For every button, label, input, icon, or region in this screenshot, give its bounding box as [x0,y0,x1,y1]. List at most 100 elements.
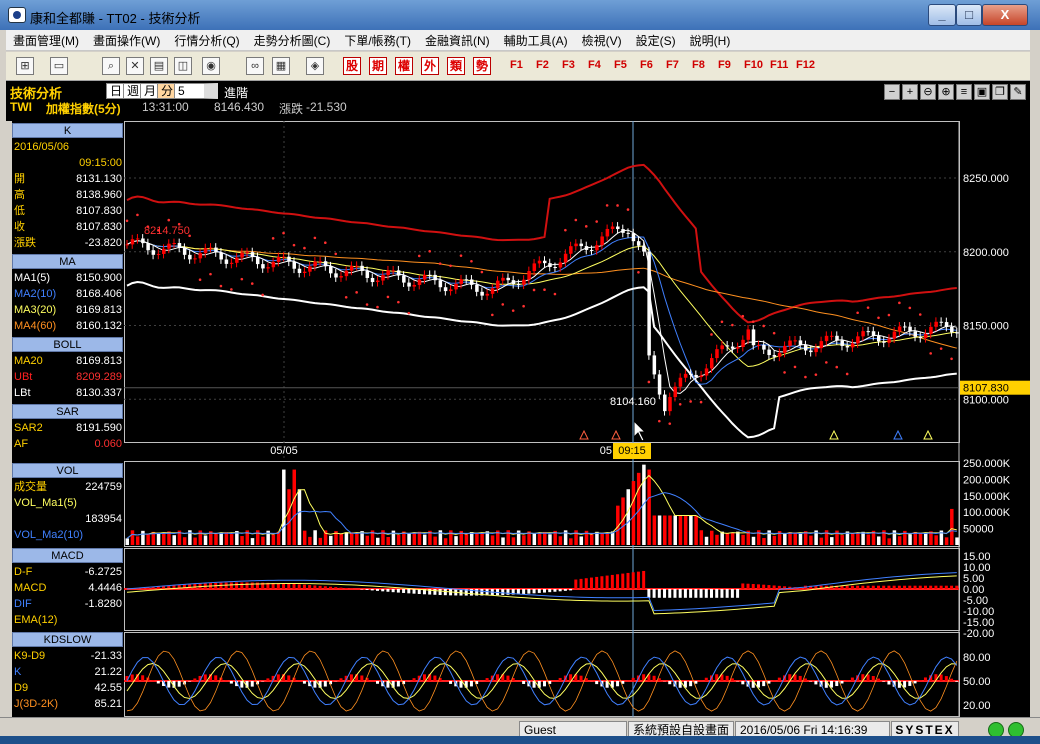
macd-bar [339,587,343,589]
macd-bar [767,585,771,589]
menu-item-0[interactable]: 畫面管理(M) [6,30,86,49]
minimize-button[interactable]: _ [928,4,956,26]
layout-icon[interactable]: ▤ [150,57,168,75]
fkey-f2[interactable]: F2 [536,59,549,71]
vol-ma5-line [126,474,957,539]
link-icon[interactable]: ∞ [246,57,264,75]
fkey-f1[interactable]: F1 [510,59,523,71]
taskbar [0,736,1040,744]
candle-body [631,233,636,242]
macd-bar [929,585,933,589]
fkey-f5[interactable]: F5 [614,59,627,71]
menu-item-9[interactable]: 說明(H) [683,30,738,49]
settings-icon[interactable]: ≡ [956,84,972,100]
zoom-out-icon[interactable]: − [884,84,900,100]
kd-header: KDSLOW [12,632,123,647]
macd-bar [381,589,385,592]
close-icon[interactable]: ✕ [126,57,144,75]
magnify-plus-icon[interactable]: ⊕ [938,84,954,100]
candle-body [584,246,589,250]
kd-bar [939,674,943,681]
candle-body [897,326,902,332]
menu-item-4[interactable]: 下單/帳務(T) [337,30,418,49]
compass-icon[interactable]: ◉ [202,57,220,75]
magnify-minus-icon[interactable]: ⊖ [920,84,936,100]
macd-bar [193,583,197,589]
volume-bar [631,481,636,545]
window-icon[interactable]: ❐ [992,84,1008,100]
fkey-f10[interactable]: F10 [744,59,763,71]
candle-body [652,355,657,375]
volume-bar [830,537,834,545]
chart-icon[interactable]: ▦ [272,57,290,75]
export-icon[interactable]: ✎ [1010,84,1026,100]
kd-tick-0: 80.00 [963,652,991,664]
menu-item-2[interactable]: 行情分析(Q) [167,30,246,49]
menu-item-8[interactable]: 設定(S) [629,30,683,49]
ohlc-row-3: 收 8107.830 [14,221,122,233]
zoom-in-icon[interactable]: + [902,84,918,100]
candle-body [443,287,448,292]
volume-bar [344,532,349,545]
kd-bar [767,681,771,684]
candle-body [814,348,818,353]
menu-item-3[interactable]: 走勢分析圖(C) [247,30,338,49]
fkey-f6[interactable]: F6 [640,59,653,71]
quick-button-0[interactable]: 股 [343,57,361,75]
volume-bar [861,531,865,545]
maximize-button[interactable]: □ [956,4,982,26]
quick-button-4[interactable]: 類 [447,57,465,75]
menu-item-7[interactable]: 檢視(V) [575,30,629,49]
advanced-button[interactable]: 進階 [224,84,248,101]
split-icon[interactable]: ◫ [174,57,192,75]
fkey-f9[interactable]: F9 [718,59,731,71]
volume-bar [537,532,542,545]
menu-item-1[interactable]: 畫面操作(W) [86,30,167,49]
logo-icon[interactable]: ◈ [306,57,324,75]
grid-icon[interactable]: ⊞ [16,57,34,75]
macd-bar [736,589,740,598]
candle-body [777,352,782,357]
kd-bar [323,681,327,687]
macd-row-1: MACD 4.4446 [14,582,122,594]
volume-bar [569,538,573,545]
kd-bar [188,681,192,682]
candle-body [360,265,364,271]
volume-bar [934,535,938,545]
fkey-f12[interactable]: F12 [796,59,815,71]
window-icon[interactable]: ▭ [50,57,68,75]
volume-bar [511,537,516,545]
sar-dot [793,365,797,369]
mouse-cursor-icon [633,419,647,442]
save-icon[interactable]: ▣ [974,84,990,100]
quote-price: 8146.430 [214,100,265,114]
kd-bar [386,681,390,688]
candle-body [793,340,797,342]
quick-button-2[interactable]: 權 [395,57,413,75]
quick-button-5[interactable]: 勢 [473,57,491,75]
menu-item-6[interactable]: 輔助工具(A) [497,30,575,49]
fkey-f8[interactable]: F8 [692,59,705,71]
menu-item-5[interactable]: 金融資訊(N) [418,30,497,49]
fkey-f7[interactable]: F7 [666,59,679,71]
chart-area[interactable]: 8250.000 8200.000 8150.000 8100.000 05/05 05 0… [124,121,1030,717]
fkey-f4[interactable]: F4 [588,59,601,71]
macd-bar [877,585,880,589]
kd-bar [845,680,849,681]
candle-body [678,377,683,387]
minutes-select[interactable]: 5 [174,83,218,99]
price-tick-1: 8200.000 [963,247,1009,259]
search-icon[interactable]: ⌕ [102,57,120,75]
fkey-f11[interactable]: F11 [770,59,788,71]
close-button[interactable]: X [982,4,1028,26]
candle-body [950,326,954,333]
quick-button-3[interactable]: 外 [421,57,439,75]
ohlc-row-0: 開 8131.130 [14,173,122,185]
volume-bar [668,515,672,545]
macd-bar [287,583,291,589]
title-bar: 康和全都賺 - TT02 - 技術分析 _ □ X [0,0,1040,30]
quick-button-1[interactable]: 期 [369,57,387,75]
macd-bar [402,589,406,593]
fkey-f3[interactable]: F3 [562,59,575,71]
candle-body [376,280,380,283]
